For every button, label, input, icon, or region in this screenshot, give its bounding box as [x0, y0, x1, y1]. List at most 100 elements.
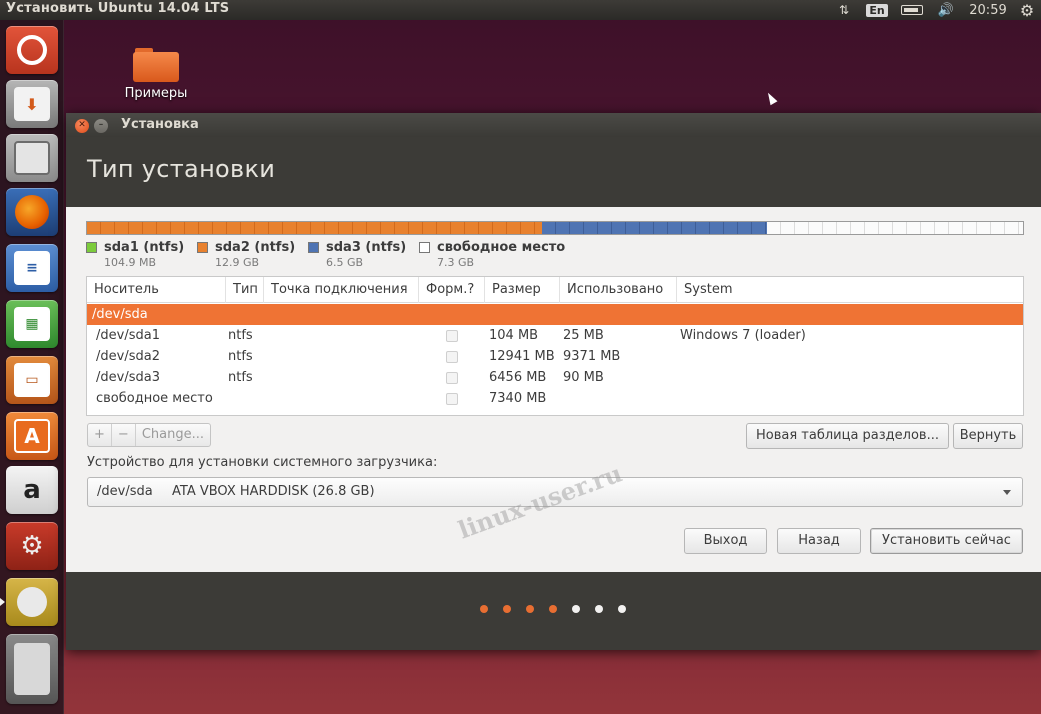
cell-type: ntfs: [228, 370, 253, 385]
top-panel: Установить Ubuntu 14.04 LTS ⇅ En 🔊 20:59…: [0, 0, 1041, 20]
software-center-glyph: A: [14, 419, 50, 453]
partition-bar-free: [767, 222, 1023, 234]
progress-dots: [480, 605, 641, 613]
cell-device: /dev/sda: [92, 307, 148, 322]
keyboard-layout-label: En: [866, 3, 888, 17]
ubuntu-installer-icon[interactable]: ⬇: [6, 80, 58, 128]
desktop-folder-examples[interactable]: Примеры: [116, 44, 196, 101]
legend-swatch: [86, 242, 97, 253]
progress-dot: [618, 605, 626, 613]
column-header-type[interactable]: Тип: [226, 277, 264, 303]
window-title: Установка: [121, 117, 199, 132]
firefox-icon[interactable]: [6, 188, 58, 236]
column-header-used[interactable]: Использовано: [560, 277, 677, 303]
clock[interactable]: 20:59: [966, 0, 1010, 20]
launcher: ⬇ ≡ ▦ ▭ A a ⚙: [0, 20, 64, 714]
trash-icon[interactable]: [6, 634, 58, 704]
network-arrows-icon[interactable]: ⇅: [835, 0, 853, 20]
bootloader-label: Устройство для установки системного загр…: [87, 455, 438, 470]
table-row[interactable]: /dev/sda1 ntfs 104 MB 25 MB Windows 7 (l…: [87, 325, 1023, 346]
bootloader-device-description: ATA VBOX HARDDISK (26.8 GB): [172, 484, 375, 499]
cell-size: 6456 MB: [489, 370, 547, 385]
table-row[interactable]: /dev/sda: [87, 304, 1023, 325]
cell-device: свободное место: [96, 391, 213, 406]
change-partition-button[interactable]: Change...: [136, 424, 210, 446]
installer-drive-icon[interactable]: [6, 578, 58, 626]
legend-name: sda1 (ntfs): [104, 240, 185, 255]
legend-name: свободное место: [437, 240, 566, 255]
libreoffice-writer-icon[interactable]: ≡: [6, 244, 58, 292]
column-header-device[interactable]: Носитель: [87, 277, 226, 303]
format-checkbox[interactable]: [446, 351, 458, 363]
legend-swatch: [419, 242, 430, 253]
libreoffice-impress-icon[interactable]: ▭: [6, 356, 58, 404]
legend-size: 104.9 MB: [104, 256, 157, 269]
progress-dot: [595, 605, 603, 613]
page-title: Тип установки: [87, 155, 276, 183]
files-icon[interactable]: [6, 134, 58, 182]
volume-icon[interactable]: 🔊: [934, 0, 958, 20]
legend-name: sda2 (ntfs): [215, 240, 296, 255]
format-checkbox[interactable]: [446, 330, 458, 342]
software-center-icon[interactable]: A: [6, 412, 58, 460]
format-checkbox[interactable]: [446, 393, 458, 405]
partition-bar: [86, 221, 1024, 235]
window-titlebar[interactable]: ✕ – Установка: [66, 113, 1041, 137]
progress-dot: [503, 605, 511, 613]
desktop-folder-label: Примеры: [124, 86, 188, 101]
progress-dot: [480, 605, 488, 613]
cell-used: 90 MB: [563, 370, 604, 385]
back-button[interactable]: Назад: [777, 528, 861, 554]
install-now-button[interactable]: Установить сейчас: [870, 528, 1023, 554]
add-partition-button[interactable]: +: [88, 424, 112, 446]
progress-dot: [526, 605, 534, 613]
partition-bar-sda2: [87, 222, 542, 234]
table-row[interactable]: /dev/sda3 ntfs 6456 MB 90 MB: [87, 367, 1023, 388]
battery-icon[interactable]: [898, 0, 926, 20]
table-header: Носитель Тип Точка подключения Форм.? Ра…: [87, 277, 1023, 303]
legend-swatch: [197, 242, 208, 253]
keyboard-layout-indicator[interactable]: En: [866, 0, 888, 20]
legend-size: 7.3 GB: [437, 256, 475, 269]
partition-toolbar: + − Change...: [87, 423, 211, 447]
legend-name: sda3 (ntfs): [326, 240, 407, 255]
table-row[interactable]: /dev/sda2 ntfs 12941 MB 9371 MB: [87, 346, 1023, 367]
progress-footer: [66, 572, 1041, 650]
bootloader-device: /dev/sda: [97, 484, 153, 499]
amazon-icon[interactable]: a: [6, 466, 58, 514]
libreoffice-calc-icon[interactable]: ▦: [6, 300, 58, 348]
cell-size: 104 MB: [489, 328, 539, 343]
system-settings-icon[interactable]: ⚙: [6, 522, 58, 570]
installer-window: ✕ – Установка Тип установки sda1 (ntfs) …: [66, 113, 1041, 650]
partition-bar-sda3: [542, 222, 767, 234]
progress-dot: [549, 605, 557, 613]
column-header-size[interactable]: Размер: [485, 277, 560, 303]
page-header: Тип установки: [66, 137, 1041, 207]
column-header-format[interactable]: Форм.?: [419, 277, 485, 303]
top-panel-title: Установить Ubuntu 14.04 LTS: [6, 1, 230, 16]
revert-button[interactable]: Вернуть: [953, 423, 1023, 449]
cell-size: 7340 MB: [489, 391, 547, 406]
chevron-down-icon: [1003, 490, 1011, 495]
quit-button[interactable]: Выход: [684, 528, 767, 554]
column-header-mount-point[interactable]: Точка подключения: [264, 277, 419, 303]
amazon-glyph: a: [23, 475, 41, 505]
cell-device: /dev/sda3: [96, 370, 160, 385]
mouse-cursor-icon: [764, 90, 778, 106]
format-checkbox[interactable]: [446, 372, 458, 384]
table-row[interactable]: свободное место 7340 MB: [87, 388, 1023, 409]
column-header-system[interactable]: System: [677, 277, 1023, 303]
close-icon[interactable]: ✕: [75, 119, 89, 133]
legend-swatch: [308, 242, 319, 253]
partition-table: Носитель Тип Точка подключения Форм.? Ра…: [86, 276, 1024, 416]
minimize-icon[interactable]: –: [94, 119, 108, 133]
cell-used: 25 MB: [563, 328, 604, 343]
cell-type: ntfs: [228, 349, 253, 364]
folder-icon: [133, 44, 179, 82]
remove-partition-button[interactable]: −: [112, 424, 136, 446]
new-partition-table-button[interactable]: Новая таблица разделов...: [746, 423, 949, 449]
cell-used: 9371 MB: [563, 349, 621, 364]
gear-icon[interactable]: ⚙: [1016, 0, 1038, 20]
ubuntu-dash-icon[interactable]: [6, 26, 58, 74]
legend-size: 6.5 GB: [326, 256, 364, 269]
